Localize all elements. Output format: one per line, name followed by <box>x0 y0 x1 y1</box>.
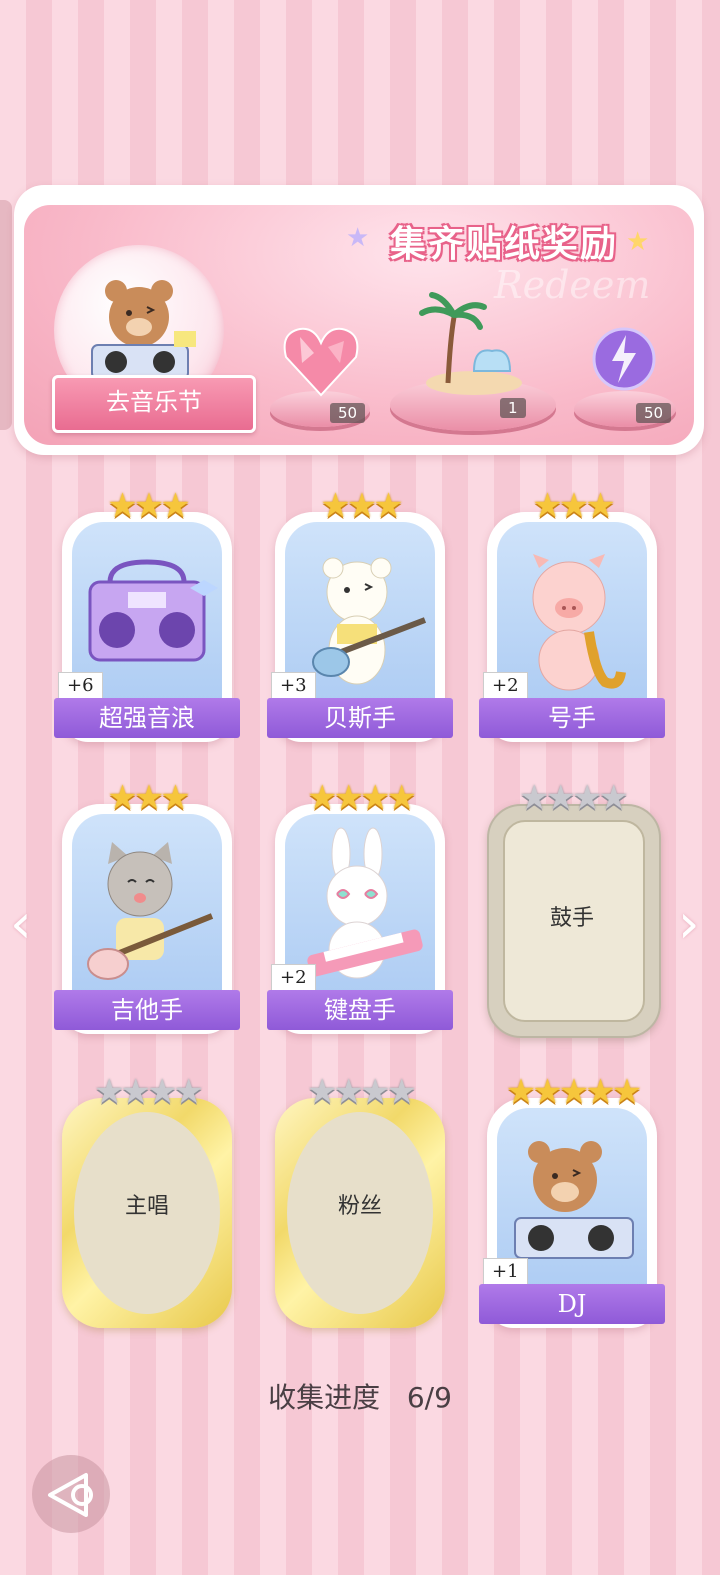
collection-progress: 收集进度 6/9 <box>0 1376 720 1416</box>
next-page-arrow-icon[interactable]: › <box>678 892 700 955</box>
boombox-icon <box>88 559 218 662</box>
star-rating: ★★★★ <box>307 778 417 818</box>
reward-count: 50 <box>636 403 672 423</box>
star-deco-icon: ★ <box>626 227 650 257</box>
sticker-bonus-badge: +2 <box>483 672 528 699</box>
sticker-bonus-badge: +1 <box>483 1258 528 1285</box>
star-rating: ★★★ <box>532 486 615 526</box>
sticker-label: 粉丝 <box>337 1194 382 1219</box>
energy-orb-icon[interactable] <box>590 325 658 393</box>
sticker-bonus-badge: +2 <box>271 964 316 991</box>
reward-panel-title: 集齐贴纸奖励 <box>389 224 618 265</box>
sticker-label: 主唱 <box>124 1194 169 1219</box>
star-rating: ★★★ <box>107 486 190 526</box>
star-deco-icon: ★ <box>346 223 370 253</box>
sticker-bonus-badge: +6 <box>58 672 103 699</box>
star-rating: ★★★ <box>320 486 403 526</box>
sticker-bonus-badge: +3 <box>271 672 316 699</box>
go-music-festival-button[interactable]: 去音乐节 <box>52 375 256 433</box>
heart-gem-icon[interactable] <box>280 323 362 399</box>
star-rating: ★★★★★ <box>505 1072 642 1112</box>
star-rating: ★★★★ <box>519 778 629 818</box>
reward-count: 1 <box>500 398 526 418</box>
progress-value: 6/9 <box>406 1381 452 1414</box>
side-drawer-handle[interactable] <box>0 200 12 430</box>
palm-island-icon[interactable] <box>414 291 534 401</box>
back-arrow-icon <box>48 1473 93 1517</box>
star-rating: ★★★★ <box>307 1072 417 1112</box>
sticker-label: 超强音浪 <box>54 698 240 738</box>
progress-label: 收集进度 <box>268 1381 381 1414</box>
sticker-label: 吉他手 <box>54 990 240 1030</box>
sticker-label: 号手 <box>479 698 665 738</box>
star-rating: ★★★ <box>107 778 190 818</box>
sticker-label: 贝斯手 <box>267 698 453 738</box>
cat-guitar-icon <box>87 842 214 980</box>
sticker-reward-panel: Redeem ★ ★ 集齐贴纸奖励 去音乐节 50 1 50 <box>14 185 704 455</box>
reward-count: 50 <box>330 403 366 423</box>
sticker-label: 键盘手 <box>267 990 453 1030</box>
sticker-label: DJ <box>479 1284 665 1324</box>
star-rating: ★★★★ <box>94 1072 204 1112</box>
prev-page-arrow-icon[interactable]: ‹ <box>10 892 32 955</box>
sticker-label: 鼓手 <box>549 906 594 931</box>
back-button[interactable] <box>32 1455 110 1533</box>
